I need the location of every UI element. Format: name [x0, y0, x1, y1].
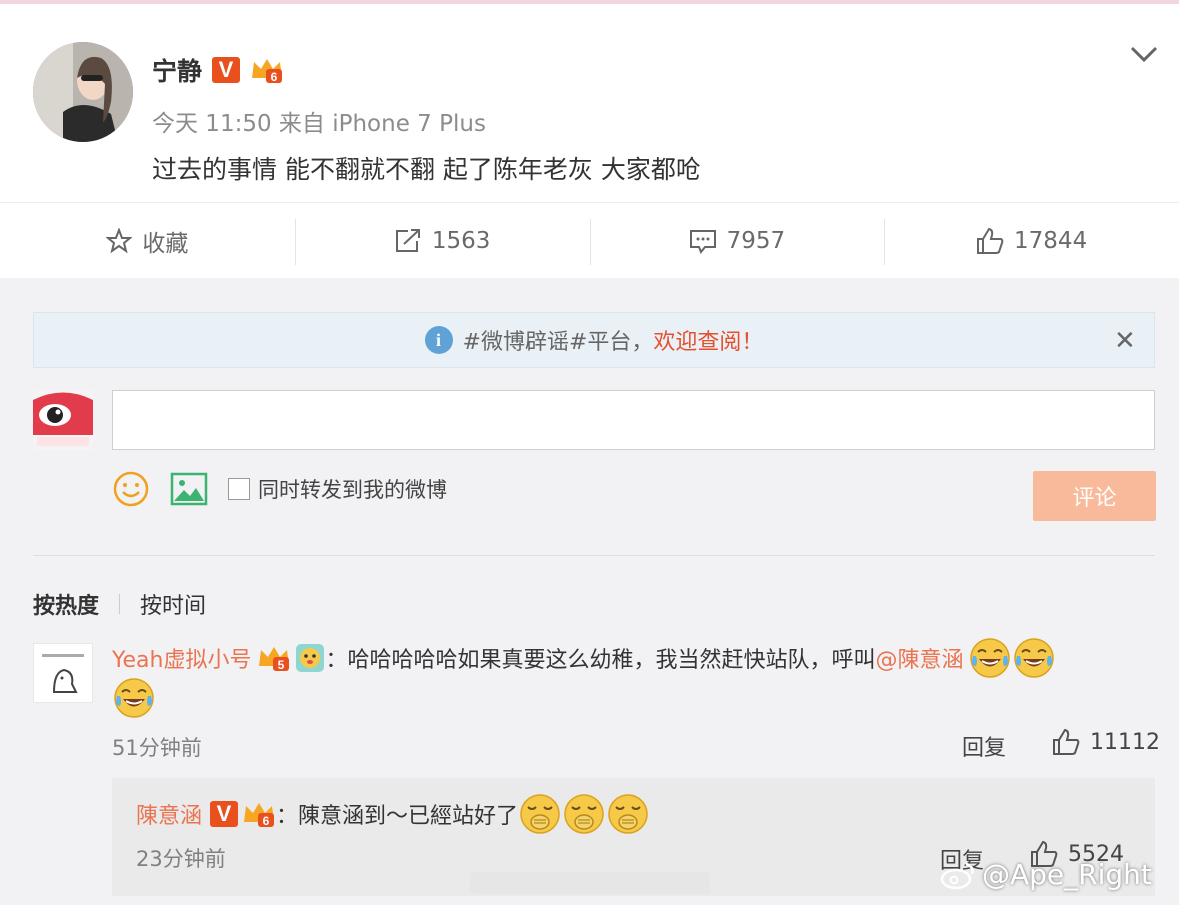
- fan-badge-icon: [296, 644, 325, 672]
- thumbs-up-icon: [1053, 728, 1080, 755]
- sort-separator: [119, 594, 121, 614]
- sub-reply-author[interactable]: 陳意涵: [136, 798, 202, 830]
- image-icon[interactable]: [170, 472, 208, 506]
- repost-checkbox-label: 同时转发到我的微博: [258, 478, 447, 502]
- info-icon: i: [424, 326, 453, 354]
- post-action-bar: 收藏 1563 7957 17844: [0, 202, 1179, 278]
- repost-icon: [395, 228, 420, 252]
- verified-v-icon: V: [212, 57, 241, 83]
- sub-reply-content: 陳意涵 V 6 ：陳意涵到～已經站好了: [136, 792, 650, 836]
- comment-like-button[interactable]: 11112: [1052, 728, 1160, 756]
- comment-button[interactable]: 7957: [589, 203, 885, 278]
- repost-count: 1563: [431, 227, 491, 254]
- notice-link[interactable]: 欢迎查阅！: [653, 324, 763, 356]
- watermark-text: @Ape_Right: [982, 858, 1152, 891]
- weibo-logo-icon: [940, 862, 974, 889]
- verified-v-icon: V: [210, 801, 239, 827]
- blurred-strip: [470, 872, 710, 894]
- comment-reply-button[interactable]: 回复: [962, 730, 1006, 762]
- chevron-down-icon[interactable]: [1128, 42, 1160, 66]
- svg-text:6: 6: [271, 70, 278, 84]
- repost-checkbox[interactable]: [228, 478, 250, 500]
- notice-text: #微博辟谣#平台，: [462, 330, 654, 355]
- sub-reply-timestamp: 23分钟前: [136, 847, 226, 871]
- post-text: 过去的事情 能不翻就不翻 起了陈年老灰 大家都呛: [152, 155, 701, 184]
- comment-mention[interactable]: @陳意涵: [876, 642, 964, 674]
- laugh-cry-emoji-icon: [969, 638, 1010, 678]
- commenter-name[interactable]: Yeah虚拟小号: [112, 642, 251, 674]
- comment-sort-tabs: 按热度 按时间: [33, 588, 206, 620]
- comment-icon: [689, 229, 716, 254]
- vip-crown-icon: 6: [244, 803, 275, 828]
- favorite-button[interactable]: 收藏: [0, 203, 295, 278]
- author-row: 宁静 V 6: [152, 52, 284, 88]
- laugh-cry-emoji-icon: [114, 678, 154, 718]
- svg-text:6: 6: [263, 814, 270, 828]
- repost-button[interactable]: 1563: [294, 203, 590, 278]
- thumbs-up-icon: [977, 227, 1004, 254]
- comment-content-line2: [112, 676, 156, 724]
- giggle-emoji-icon: [608, 794, 648, 834]
- submit-comment-button[interactable]: 评论: [1033, 471, 1156, 521]
- giggle-emoji-icon: [564, 794, 604, 834]
- sub-reply-text: ：陳意涵到～已經站好了: [276, 804, 519, 829]
- favorite-label: 收藏: [142, 230, 189, 257]
- tab-sort-hot[interactable]: 按热度: [33, 588, 99, 620]
- author-name[interactable]: 宁静: [152, 52, 202, 88]
- like-button[interactable]: 17844: [884, 203, 1179, 278]
- author-avatar[interactable]: [33, 42, 133, 142]
- rumor-notice-bar: i #微博辟谣#平台， 欢迎查阅！: [33, 312, 1155, 368]
- comment-count: 7957: [726, 227, 786, 254]
- giggle-emoji-icon: [520, 794, 560, 834]
- comment-timestamp: 51分钟前: [112, 736, 202, 760]
- star-icon: [106, 227, 133, 253]
- comment-input[interactable]: [112, 390, 1155, 450]
- my-avatar[interactable]: [33, 390, 93, 450]
- composer-tools: 同时转发到我的微博: [112, 470, 447, 508]
- tab-sort-time[interactable]: 按时间: [140, 588, 206, 620]
- comment-text: ：哈哈哈哈哈如果真要这么幼稚，我当然赶快站队，呼叫: [325, 648, 876, 673]
- comment-like-count: 11112: [1090, 729, 1160, 755]
- svg-text:5: 5: [278, 658, 285, 672]
- divider: [33, 555, 1155, 556]
- like-count: 17844: [1014, 227, 1088, 254]
- commenter-avatar[interactable]: [33, 643, 93, 703]
- comment-content: Yeah虚拟小号 5 ：哈哈哈哈哈如果真要这么幼稚，我当然赶快站队，呼叫 @陳意…: [112, 636, 1056, 680]
- laugh-cry-emoji-icon: [1013, 638, 1054, 678]
- watermark: @Ape_Right: [940, 858, 1152, 891]
- emoji-icon[interactable]: [112, 470, 150, 508]
- vip-crown-icon: 5: [259, 647, 290, 672]
- post-meta: 今天 11:50 来自 iPhone 7 Plus: [152, 111, 486, 137]
- close-icon[interactable]: ✕: [1114, 326, 1136, 356]
- vip-crown-icon: 6: [252, 59, 283, 84]
